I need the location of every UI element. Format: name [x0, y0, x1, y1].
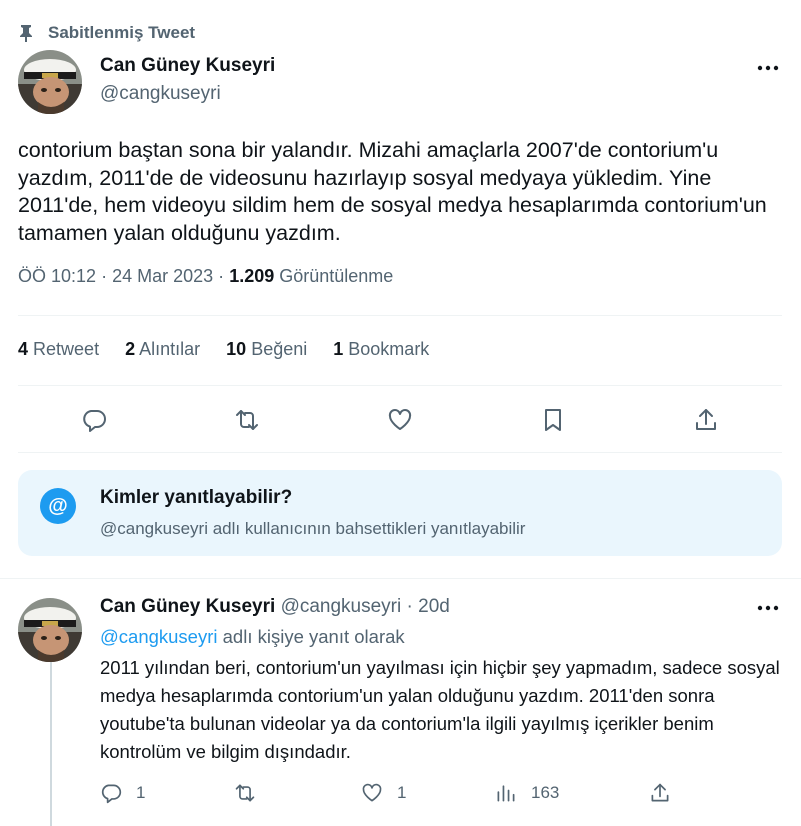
tweet-meta: ÖÖ 10:12 · 24 Mar 2023 · 1.209 Görüntüle… [18, 266, 393, 287]
divider [0, 578, 801, 579]
bookmark-icon [545, 409, 561, 431]
views-icon [497, 785, 515, 802]
reply-views-button[interactable]: 163 [495, 781, 559, 805]
share-button[interactable] [690, 404, 722, 436]
bookmark-button[interactable] [537, 404, 569, 436]
author-name[interactable]: Can Güney Kuseyri [100, 55, 275, 77]
reply-more-options-button[interactable] [756, 598, 780, 618]
meta-dot: · [101, 266, 108, 286]
divider [18, 452, 782, 453]
reply-dot: · [406, 596, 413, 617]
views-count: 163 [531, 783, 560, 802]
who-can-reply-title: Kimler yanıtlayabilir? [100, 487, 293, 508]
tweet-stats: 4 Retweet 2 Alıntılar 10 Beğeni 1 Bookma… [18, 339, 455, 360]
tweet-text: contorium baştan sona bir yalandır. Miza… [18, 138, 767, 245]
stat-bookmarks[interactable]: 1 Bookmark [333, 339, 429, 360]
reply-like-button[interactable]: 1 [361, 781, 406, 805]
more-icon [757, 65, 779, 71]
share-icon [651, 783, 669, 802]
reply-avatar[interactable] [18, 598, 82, 662]
replying-to-text: adlı kişiye yanıt olarak [222, 626, 405, 647]
retweet-button[interactable] [231, 404, 263, 436]
replying-to: @cangkuseyri adlı kişiye yanıt olarak [100, 626, 405, 648]
views-count: 1.209 [229, 266, 275, 286]
at-icon: @ [40, 488, 76, 524]
like-button[interactable] [384, 404, 416, 436]
pinned-label: Sabitlenmiş Tweet [18, 20, 195, 46]
reply-share-button[interactable] [649, 781, 671, 805]
reply-text: 2011 yılından beri, contorium'un yayılma… [100, 657, 780, 762]
who-can-reply-box: @ Kimler yanıtlayabilir? @cangkuseyri ad… [18, 470, 782, 556]
tweet-time[interactable]: ÖÖ 10:12 [18, 266, 96, 286]
reply-reply-button[interactable]: 1 [100, 781, 145, 805]
like-count: 1 [397, 783, 407, 802]
reply-icon [83, 410, 106, 432]
more-options-button[interactable] [756, 58, 780, 78]
stat-quotes[interactable]: 2 Alıntılar [125, 339, 200, 360]
avatar[interactable] [18, 50, 82, 114]
divider [18, 315, 782, 316]
thread-line [50, 662, 52, 826]
avatar-image [18, 50, 82, 114]
who-can-reply-description: @cangkuseyri adlı kullanıcının bahsettik… [100, 519, 526, 538]
avatar-image [18, 598, 82, 662]
pin-icon [20, 25, 32, 42]
divider [18, 385, 782, 386]
retweet-icon [235, 784, 255, 802]
reply-age[interactable]: 20d [418, 596, 450, 617]
reply-author-name[interactable]: Can Güney Kuseyri [100, 596, 275, 617]
views-label: Görüntülenme [279, 266, 394, 286]
more-icon [757, 605, 779, 611]
reply-icon [101, 784, 122, 804]
tweet-date[interactable]: 24 Mar 2023 [112, 266, 213, 286]
share-icon [696, 409, 716, 430]
replying-to-handle[interactable]: @cangkuseyri [100, 626, 218, 647]
reply-header: Can Güney Kuseyri @cangkuseyri · 20d [100, 596, 450, 618]
like-icon [362, 783, 382, 802]
author-handle[interactable]: @cangkuseyri [100, 83, 221, 105]
reply-button[interactable] [78, 404, 110, 436]
reply-count: 1 [136, 783, 146, 802]
pinned-text: Sabitlenmiş Tweet [48, 23, 196, 42]
reply-retweet-button[interactable] [234, 781, 270, 805]
stat-likes[interactable]: 10 Beğeni [226, 339, 307, 360]
retweet-icon [236, 410, 258, 430]
like-icon [388, 409, 412, 430]
meta-dot: · [218, 266, 225, 286]
reply-author-handle[interactable]: @cangkuseyri [281, 596, 402, 617]
stat-retweets[interactable]: 4 Retweet [18, 339, 99, 360]
